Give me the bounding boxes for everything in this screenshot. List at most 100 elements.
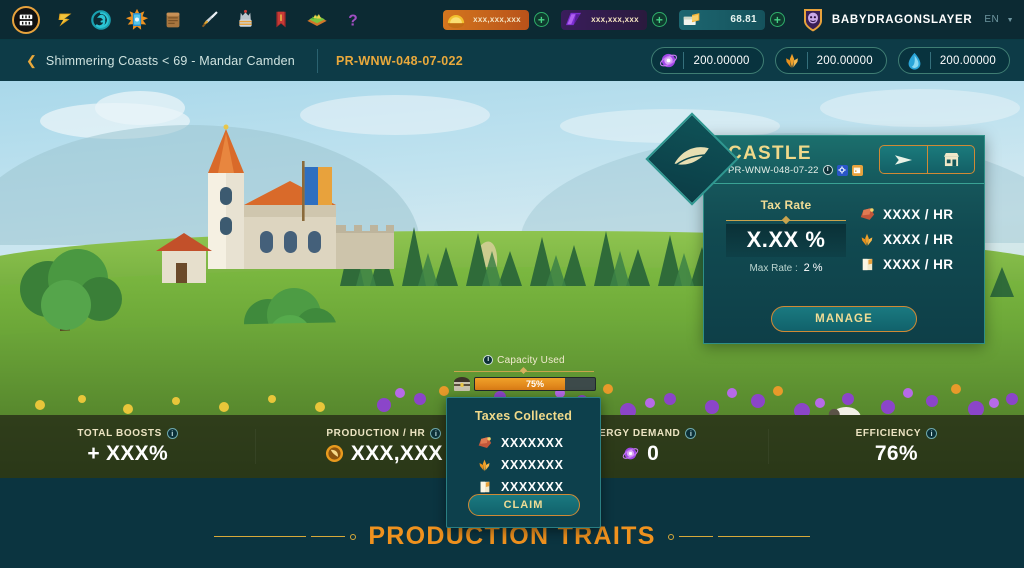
stat-value: + XXX% bbox=[87, 441, 168, 465]
nav-icon-group: ? bbox=[0, 3, 370, 37]
castle-panel-body: Tax Rate X.XX % Max Rate : 2 % XXXX / HR… bbox=[704, 184, 984, 344]
claim-button[interactable]: CLAIM bbox=[467, 494, 580, 516]
flower-field bbox=[20, 381, 350, 415]
voucher-icon bbox=[679, 10, 705, 30]
send-icon bbox=[894, 154, 913, 165]
resource-grain-value: 200.00000 bbox=[816, 54, 873, 67]
add-credits-button[interactable]: + bbox=[533, 12, 549, 27]
back-arrow-icon[interactable]: ❮ bbox=[26, 53, 37, 69]
capacity-progress-bar: 75% bbox=[474, 376, 596, 391]
manage-button[interactable]: MANAGE bbox=[771, 306, 917, 332]
plot-code-label: PR-WNW-048-07-022 bbox=[335, 53, 464, 68]
production-icon bbox=[325, 444, 344, 463]
chest-icon bbox=[452, 375, 471, 392]
info-icon[interactable]: i bbox=[430, 427, 442, 439]
rate-row: XXXX / HR bbox=[859, 227, 953, 252]
resource-research-value: 200.00000 bbox=[693, 54, 750, 67]
tax-row: XXXXXXX bbox=[477, 432, 600, 454]
stat-label-row: EFFICIENCY i bbox=[856, 427, 938, 439]
chevron-down-icon: ▼ bbox=[1006, 17, 1014, 24]
currency-credits[interactable]: xxx,xxx,xxx bbox=[442, 9, 529, 30]
send-button[interactable] bbox=[879, 145, 927, 174]
stone-icon bbox=[477, 436, 492, 451]
resource-aura-value: 200.00000 bbox=[939, 54, 996, 67]
lightning-icon[interactable] bbox=[48, 3, 82, 37]
building-badge-icon[interactable] bbox=[851, 164, 863, 176]
rate-text: XXXX / HR bbox=[883, 257, 954, 272]
add-dec-button[interactable]: + bbox=[651, 12, 667, 27]
logo-icon[interactable] bbox=[12, 5, 40, 34]
capacity-percent-label: 75% bbox=[525, 378, 544, 389]
rate-text: XXXX / HR bbox=[883, 207, 954, 222]
grain-icon bbox=[859, 232, 875, 248]
stone-icon bbox=[859, 207, 875, 223]
card-pack-icon[interactable] bbox=[120, 3, 154, 37]
grain-icon bbox=[779, 48, 805, 73]
language-selector[interactable]: EN ▼ bbox=[984, 14, 1014, 25]
add-voucher-button[interactable]: + bbox=[769, 12, 785, 27]
max-rate-row: Max Rate : 2 % bbox=[726, 262, 846, 274]
currency-voucher[interactable]: 68.81 bbox=[678, 9, 765, 30]
avatar bbox=[801, 7, 825, 33]
resource-pill-group: 200.00000 200.00000 200.00000 bbox=[651, 47, 1024, 74]
banner-icon[interactable] bbox=[264, 3, 298, 37]
capacity-header: i Capacity Used bbox=[448, 352, 600, 368]
stat-label: PRODUCTION / HR bbox=[326, 427, 426, 439]
tax-rate-value: X.XX % bbox=[746, 227, 826, 252]
username-label: BABYDRAGONSLAYER bbox=[831, 13, 973, 26]
decoration-left bbox=[214, 533, 357, 540]
sword-icon[interactable] bbox=[192, 3, 226, 37]
stat-efficiency: EFFICIENCY i 76% bbox=[769, 415, 1024, 478]
coin-icon bbox=[443, 10, 469, 30]
top-navigation-bar: ? xxx,xxx,xxx + xxx,xxx,xxx + 68.81 + BA… bbox=[0, 0, 1024, 40]
castle-action-buttons bbox=[879, 145, 975, 174]
breadcrumb-trail[interactable]: Shimmering Coasts < 69 - Mandar Camden bbox=[46, 54, 295, 68]
rate-row: XXXX / HR bbox=[859, 252, 953, 277]
stat-label-row: PRODUCTION / HR i bbox=[326, 427, 442, 439]
breadcrumb-bar: ❮ Shimmering Coasts < 69 - Mandar Camden… bbox=[0, 40, 1024, 81]
stat-label-row: TOTAL BOOSTS i bbox=[77, 427, 178, 439]
tax-rate-value-box: X.XX % bbox=[726, 224, 846, 257]
max-rate-label: Max Rate : bbox=[749, 263, 798, 274]
scroll-icon[interactable] bbox=[156, 3, 190, 37]
info-icon[interactable]: i bbox=[685, 427, 697, 439]
decoration-right bbox=[667, 533, 810, 540]
currency-dec[interactable]: xxx,xxx,xxx bbox=[560, 9, 647, 30]
resource-pill-research[interactable]: 200.00000 bbox=[651, 47, 764, 74]
stat-value-row: XXX,XXX bbox=[325, 442, 443, 466]
resource-divider bbox=[806, 52, 808, 69]
castle-emblem-icon bbox=[673, 144, 711, 175]
dec-gem-icon bbox=[561, 10, 587, 30]
cloud bbox=[820, 89, 1020, 127]
settings-badge-icon[interactable] bbox=[836, 164, 848, 176]
capacity-bar-row: 75% bbox=[448, 375, 600, 392]
tax-rate-label: Tax Rate bbox=[760, 198, 812, 212]
stat-value: XXX,XXX bbox=[350, 441, 443, 465]
topnav-right-group: xxx,xxx,xxx + xxx,xxx,xxx + 68.81 + BABY… bbox=[442, 7, 1024, 33]
land-icon[interactable] bbox=[300, 3, 334, 37]
rate-text: XXXX / HR bbox=[883, 232, 954, 247]
info-icon[interactable]: i bbox=[166, 427, 178, 439]
castle-info-panel: CASTLE PR-WNW-048-07-22 i Tax Rate X.XX … bbox=[645, 112, 985, 344]
cloud bbox=[95, 91, 185, 125]
castle-panel-header: CASTLE PR-WNW-048-07-22 i bbox=[645, 112, 984, 206]
taxes-collected-rows: XXXXXXX XXXXXXX XXXXXXX bbox=[477, 432, 600, 498]
language-label: EN bbox=[984, 14, 1000, 25]
spiral-icon[interactable] bbox=[84, 3, 118, 37]
market-icon bbox=[943, 152, 959, 167]
resource-pill-aura[interactable]: 200.00000 bbox=[897, 47, 1010, 74]
user-menu[interactable]: BABYDRAGONSLAYER bbox=[801, 7, 973, 33]
resource-pill-grain[interactable]: 200.00000 bbox=[774, 47, 887, 74]
taxes-collected-popup: Taxes Collected XXXXXXX XXXXXXX XXXXXXX … bbox=[446, 397, 601, 528]
tax-rate-block: Tax Rate X.XX % Max Rate : 2 % bbox=[726, 198, 846, 274]
crown-icon[interactable] bbox=[228, 3, 262, 37]
taxes-collected-title: Taxes Collected bbox=[474, 409, 573, 423]
market-button[interactable] bbox=[927, 145, 975, 174]
info-icon[interactable]: i bbox=[483, 355, 494, 365]
info-icon[interactable]: i bbox=[822, 165, 833, 175]
info-icon[interactable]: i bbox=[926, 427, 938, 439]
game-screen: ? xxx,xxx,xxx + xxx,xxx,xxx + 68.81 + BA… bbox=[0, 0, 1024, 568]
stat-value-row: 76% bbox=[875, 442, 918, 466]
castle-code-label: PR-WNW-048-07-22 bbox=[728, 164, 819, 176]
help-icon[interactable]: ? bbox=[336, 3, 370, 37]
